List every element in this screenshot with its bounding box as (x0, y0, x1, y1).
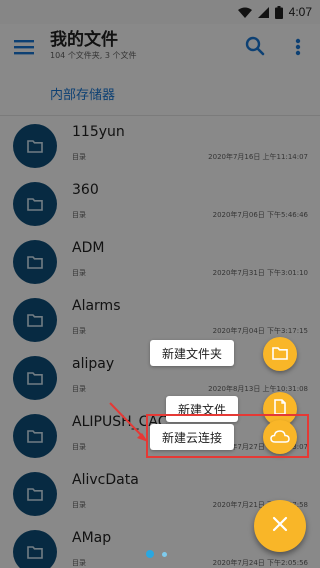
close-icon (272, 516, 288, 536)
page-indicator (146, 550, 167, 558)
close-menu-button[interactable] (254, 500, 306, 552)
page-dot-active (146, 550, 154, 558)
page-dot (162, 551, 167, 557)
pointer-arrow (109, 402, 148, 442)
